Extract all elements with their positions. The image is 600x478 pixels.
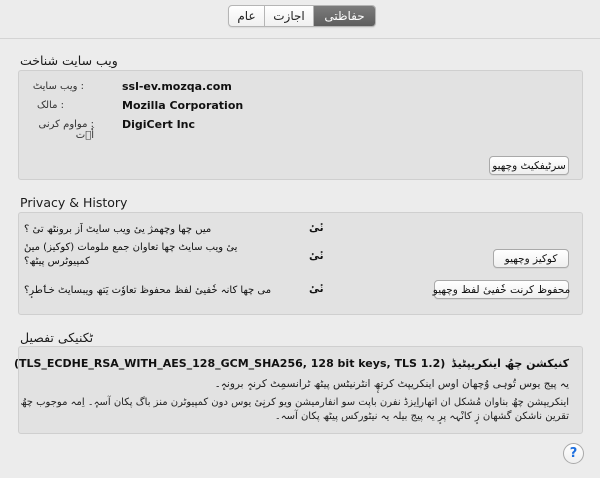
tab-bar: عام اجازت حفاظتی [228,5,376,27]
view-certificate-button[interactable]: سرٹیفکیٹ وچھیو [489,156,569,175]
privacy-question-2: ییٔ ویب سایٹ چھا تعاوان جمع ملومات (کوکی… [24,242,238,267]
view-cookies-button[interactable]: کوکیز وچھیو [493,249,569,268]
verifier-value: DigiCert Inc [122,118,196,131]
technical-box: کنیکشن چھُ اینکریپٹیڈ (TLS_ECDHE_RSA_WIT… [14,346,583,434]
divider [0,38,600,39]
encryption-label: کنیکشن چھُ اینکریپٹیڈ [451,357,569,370]
privacy-answer-3: نٔیٔ [309,283,324,295]
website-label: : ویب سایٹ [32,81,84,92]
privacy-question-3: می چھا کانہ خٗفییٔ لفظ محفوظ تعاوٗت یَتھ… [24,285,272,296]
verifier-label: : مواوم کرنی اٗ٘ت [38,119,94,141]
privacy-box: میں چھا وچھمژ ییٔ ویب سایٹ اَز برونٹھ تی… [18,212,583,315]
website-value: ssl-ev.mozqa.com [122,80,232,93]
technical-line-2: اینکریپشن چھُ بناوان مُشکل ان اتھاراِیزڈ… [20,397,569,408]
owner-value: Mozilla Corporation [122,99,244,112]
identity-section-title: ویب سایت شناخت [20,53,118,68]
tab-permissions[interactable]: اجازت [264,6,313,26]
tab-general[interactable]: عام [229,6,264,26]
view-saved-passwords-button[interactable]: محفوظ کرنت خٗفییٔ لفظ وچھیو [433,280,570,299]
encryption-detail: (TLS_ECDHE_RSA_WITH_AES_128_GCM_SHA256, … [13,357,446,370]
help-icon[interactable]: ? [563,443,584,464]
owner-label: : مالک [37,100,64,111]
privacy-question-1: میں چھا وچھمژ ییٔ ویب سایٹ اَز برونٹھ تی… [24,224,212,235]
technical-section-title: ٹکنیکی تفصیل [20,330,94,345]
identity-box: : ویب سایٹ ssl-ev.mozqa.com : مالک Mozil… [18,70,583,180]
technical-line-3: تقرین ناشکن گشھان زٕ کانْہہ پرٕ یہ پیج ب… [274,411,569,422]
privacy-section-title: Privacy & History [20,195,128,210]
tab-security[interactable]: حفاظتی [313,6,375,26]
privacy-answer-2: نٔیٔ [309,250,324,262]
technical-line-1: یہ پیج یوس تُوہی وُچھان اوس اینکریپٹ کرت… [214,378,569,390]
privacy-answer-1: نٔیٔ [309,222,324,234]
encryption-summary: کنیکشن چھُ اینکریپٹیڈ (TLS_ECDHE_RSA_WIT… [14,357,569,370]
